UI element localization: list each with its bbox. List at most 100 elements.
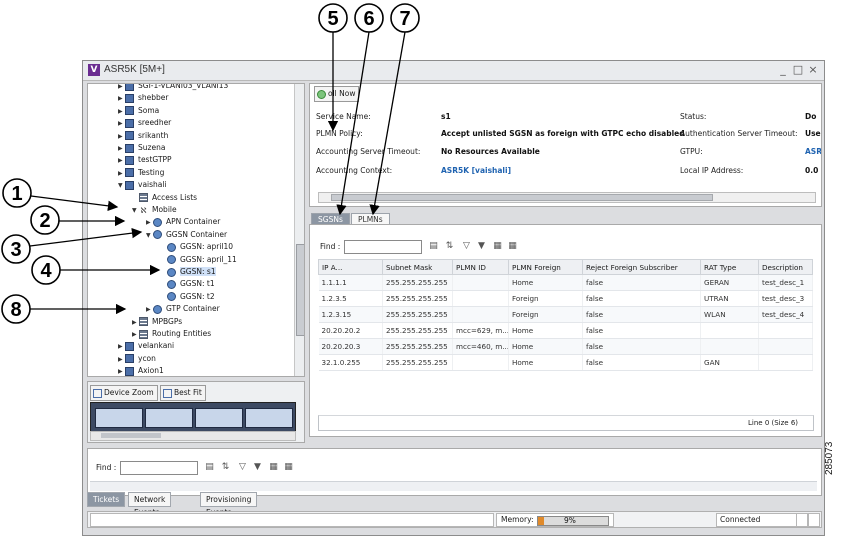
left-field-value[interactable]: ASR5K [vaishali] — [441, 166, 511, 175]
svg-text:8: 8 — [10, 299, 21, 321]
right-field-value[interactable]: ASR — [805, 147, 821, 156]
tree-item[interactable]: ▶ Axion1 — [118, 365, 164, 376]
collapsed-arrow-icon[interactable]: ▶ — [118, 168, 125, 180]
collapsed-arrow-icon[interactable]: ▶ — [118, 155, 125, 167]
find-input[interactable] — [344, 240, 422, 254]
events-sort-icon[interactable]: ⇅ — [220, 462, 231, 473]
tree-item[interactable]: GGSN: s1 — [160, 266, 216, 278]
collapsed-arrow-icon[interactable]: ▶ — [118, 93, 125, 105]
tree-item[interactable]: GGSN: april_11 — [160, 254, 237, 266]
status-message — [90, 513, 494, 527]
table-row[interactable]: 32.1.0.255 255.255.255.255 Home false GAN — [318, 354, 813, 371]
ggsn-icon — [167, 242, 176, 252]
tree-item-label: shebber — [138, 93, 169, 103]
tree-item[interactable]: ▼ ℵ Mobile — [132, 204, 177, 216]
tree-item[interactable]: Access Lists — [132, 192, 197, 204]
svg-text:4: 4 — [40, 260, 52, 282]
best-fit-button[interactable]: Best Fit — [160, 385, 206, 401]
collapsed-arrow-icon[interactable]: ▶ — [118, 366, 125, 376]
apn-container-icon — [153, 217, 162, 227]
events-print-icon[interactable]: ▦ — [283, 462, 294, 473]
table-cell: 255.255.255.255 — [382, 338, 453, 355]
collapsed-arrow-icon[interactable]: ▶ — [132, 317, 139, 329]
events-clear-filter-icon[interactable]: ▼ — [252, 462, 263, 473]
tree-item[interactable]: ▶ Suzena — [118, 142, 165, 154]
tree-item[interactable]: GGSN: april10 — [160, 241, 233, 253]
column-header[interactable]: RAT Type — [700, 259, 759, 275]
tree-item[interactable]: ▶ sreedher — [118, 117, 171, 129]
column-header[interactable]: PLMN Foreign — [508, 259, 583, 275]
table-cell: Foreign — [508, 306, 583, 323]
sort-icon[interactable]: ⇅ — [444, 241, 455, 252]
export-icon[interactable]: ▦ — [492, 241, 503, 252]
sgsn-table-panel: Find : ▤ ⇅ ▽ ▼ ▦ ▦ IP A... Subnet Mask PLM… — [309, 224, 822, 437]
collapsed-arrow-icon[interactable]: ▶ — [118, 118, 125, 130]
detail-scroll-thumb[interactable] — [331, 194, 713, 201]
expanded-arrow-icon[interactable]: ▼ — [118, 180, 125, 192]
tab-provisioning-events[interactable]: Provisioning Events — [200, 492, 258, 517]
print-icon[interactable]: ▦ — [507, 241, 518, 252]
save-icon[interactable]: ▤ — [428, 241, 439, 252]
tree-vertical-scrollbar[interactable] — [294, 84, 304, 376]
tab-tickets[interactable]: Tickets — [87, 492, 126, 507]
events-filter-icon[interactable]: ▽ — [237, 462, 248, 473]
tree-item-label: MPBGPs — [152, 316, 183, 326]
column-header[interactable]: Reject Foreign Subscriber — [582, 259, 701, 275]
table-row[interactable]: 20.20.20.2 255.255.255.255 mcc=629, m... Ho… — [318, 322, 813, 339]
events-find-input[interactable] — [120, 461, 198, 475]
table-cell — [452, 274, 509, 291]
tree-item[interactable]: ▶ GTP Container — [146, 303, 220, 315]
maximize-button[interactable]: □ — [792, 63, 804, 77]
clear-filter-icon[interactable]: ▼ — [476, 241, 487, 252]
table-row[interactable]: 1.1.1.1 255.255.255.255 Home false GERAN test… — [318, 274, 813, 291]
tree-item[interactable]: GGSN: t2 — [160, 291, 215, 303]
collapsed-arrow-icon[interactable]: ▶ — [118, 341, 125, 353]
tree-item[interactable]: ▶ shebber — [118, 92, 169, 104]
column-header[interactable]: PLMN ID — [452, 259, 509, 275]
collapsed-arrow-icon[interactable]: ▶ — [118, 143, 125, 155]
tree-item[interactable]: GGSN: t1 — [160, 278, 215, 290]
expanded-arrow-icon[interactable]: ▼ — [132, 205, 139, 217]
column-header[interactable]: Description — [758, 259, 813, 275]
overview-cell — [195, 408, 243, 428]
collapsed-arrow-icon[interactable]: ▶ — [118, 131, 125, 143]
tree-item[interactable]: ▶ SGI-1-VLANI03_VLANI13 — [118, 84, 228, 92]
table-row[interactable]: 1.2.3.15 255.255.255.255 Foreign false WLAN t… — [318, 306, 813, 323]
tree-item[interactable]: ▶ MPBGPs — [132, 316, 182, 328]
filter-icon[interactable]: ▽ — [461, 241, 472, 252]
table-row[interactable]: 20.20.20.3 255.255.255.255 mcc=460, m... Ho… — [318, 338, 813, 355]
collapsed-arrow-icon[interactable]: ▶ — [132, 329, 139, 341]
column-header[interactable]: Subnet Mask — [382, 259, 453, 275]
tree-item[interactable]: ▶ Routing Entities — [132, 328, 211, 340]
expanded-arrow-icon[interactable]: ▼ — [146, 230, 153, 242]
collapsed-arrow-icon[interactable]: ▶ — [118, 106, 125, 118]
events-export-icon[interactable]: ▦ — [268, 462, 279, 473]
tree-item[interactable]: ▶ APN Container — [146, 216, 220, 228]
detail-horizontal-scrollbar[interactable] — [318, 192, 816, 203]
collapsed-arrow-icon[interactable]: ▶ — [146, 217, 153, 229]
column-header[interactable]: IP A... — [318, 259, 383, 275]
host-icon — [125, 155, 134, 165]
device-zoom-button[interactable]: Device Zoom — [90, 385, 158, 401]
overview-scroll-thumb[interactable] — [101, 433, 161, 438]
collapsed-arrow-icon[interactable]: ▶ — [146, 304, 153, 316]
tab-network-events[interactable]: Network Events — [128, 492, 172, 517]
tree-item[interactable]: ▼ GGSN Container — [146, 229, 227, 241]
app-logo-icon: V — [88, 64, 100, 76]
tree-item[interactable]: ▼ vaishali — [118, 179, 167, 191]
table-row[interactable]: 1.2.3.5 255.255.255.255 Foreign false UTRAN t… — [318, 290, 813, 307]
minimize-button[interactable]: _ — [777, 63, 789, 77]
tree-scroll-thumb[interactable] — [296, 244, 304, 336]
tree-item[interactable]: ▶ srikanth — [118, 130, 168, 142]
tree-item[interactable]: ▶ Testing — [118, 167, 164, 179]
tree-item[interactable]: ▶ Soma — [118, 105, 159, 117]
poll-now-button[interactable]: oll Now — [314, 86, 360, 102]
topology-overview[interactable] — [90, 402, 296, 432]
tree-item[interactable]: ▶ velankani — [118, 340, 174, 352]
tree-item[interactable]: ▶ testGTPP — [118, 154, 172, 166]
tree-item[interactable]: ▶ ycon — [118, 353, 156, 365]
overview-horizontal-scrollbar[interactable] — [90, 431, 296, 441]
collapsed-arrow-icon[interactable]: ▶ — [118, 354, 125, 366]
events-save-icon[interactable]: ▤ — [204, 462, 215, 473]
close-button[interactable]: × — [807, 63, 819, 77]
